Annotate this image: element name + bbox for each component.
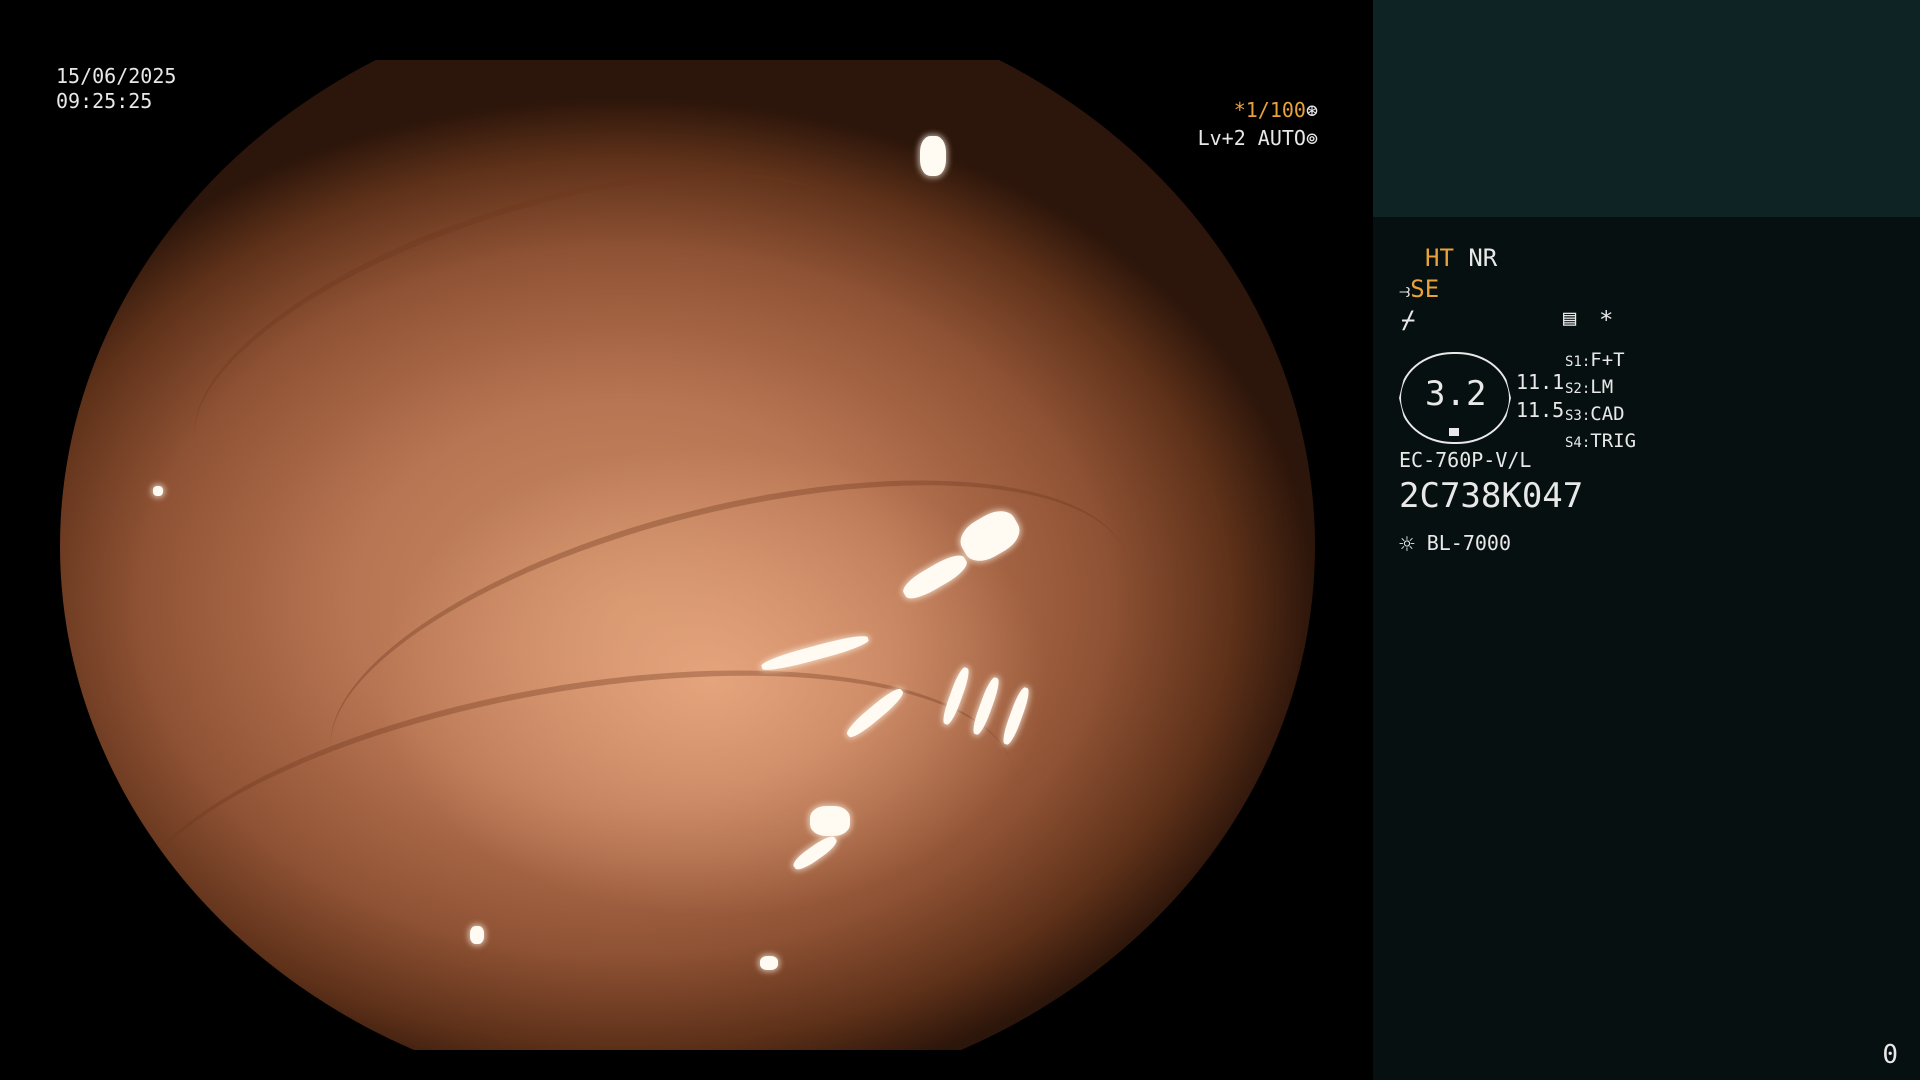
scope-model: EC-760P-V/L xyxy=(1399,448,1532,472)
light-source-label: BL-7000 xyxy=(1426,531,1511,555)
ht-label: HT xyxy=(1425,244,1454,272)
endoscopic-image xyxy=(60,60,1315,1050)
enhance-icon: ⥽ xyxy=(1399,278,1411,302)
scope-serial: 2C738K047 xyxy=(1399,476,1584,516)
switch-item: S4:TRIG xyxy=(1565,430,1637,452)
aperture-icon: ⊛ xyxy=(1305,98,1318,122)
scope-marker-icon xyxy=(1449,428,1459,436)
time-label: 09:25:25 xyxy=(56,89,153,113)
nr-label: NR xyxy=(1468,244,1498,272)
frame-counter: 0 xyxy=(1882,1040,1898,1070)
diameter-2: 11.5 xyxy=(1516,398,1565,422)
shutter-speed: *1/100⊛ xyxy=(1234,98,1318,123)
iris-icon: ⊚ xyxy=(1305,126,1318,150)
switch-item: S1:F+T xyxy=(1565,349,1625,371)
se-label: SE xyxy=(1410,275,1440,303)
exposure-level: Lv+2 AUTO⊚ xyxy=(1198,126,1318,151)
switch-item: S3:CAD xyxy=(1565,403,1625,425)
scope-value: 3.2 xyxy=(1425,374,1487,414)
date-label: 15/06/2025 xyxy=(56,64,177,88)
structure-enhancement: ⥽SE xyxy=(1399,275,1439,303)
endoscope-viewport: 15/06/2025 09:25:25 *1/100⊛ Lv+2 AUTO⊚ xyxy=(0,0,1373,1080)
level-label: Lv+2 AUTO xyxy=(1197,126,1306,150)
light-source: ☼ BL-7000 xyxy=(1399,530,1511,560)
slash-icon: ⌿ xyxy=(1401,306,1416,334)
processing-status: HT NR xyxy=(1425,244,1497,272)
info-sidebar: HT NR ⥽SE ⌿ ▤ * 3.2 11.1 11.5 S1:F+T S2:… xyxy=(1373,0,1920,1080)
switch-list: S1:F+T S2:LM S3:CAD S4:TRIG xyxy=(1565,348,1636,456)
star-label: * xyxy=(1599,306,1614,334)
switch-item: S2:LM xyxy=(1565,376,1614,398)
sun-icon: ☼ xyxy=(1399,530,1415,560)
shutter-label: *1/100 xyxy=(1233,98,1306,122)
patient-info-area xyxy=(1373,0,1920,217)
memo-icon: ▤ xyxy=(1563,306,1577,331)
diameter-1: 11.1 xyxy=(1516,370,1565,394)
